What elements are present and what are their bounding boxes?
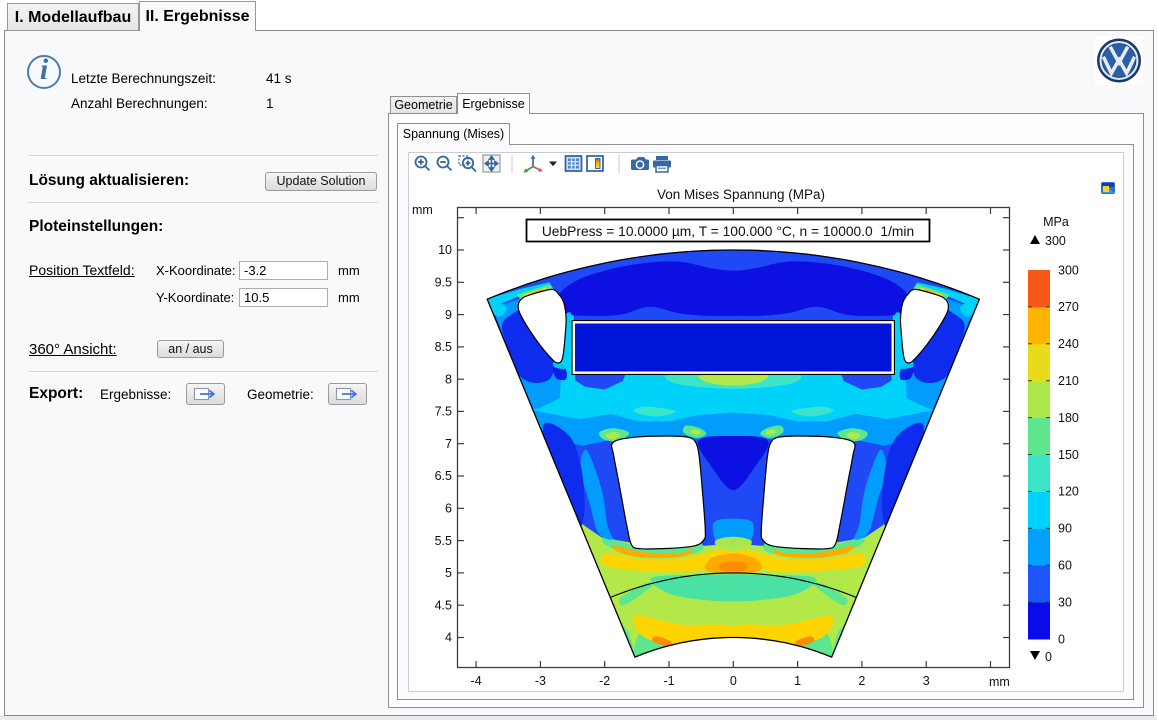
- svg-text:180: 180: [1058, 411, 1079, 425]
- svg-text:300: 300: [1058, 263, 1079, 277]
- svg-text:270: 270: [1058, 300, 1079, 314]
- svg-text:mm: mm: [989, 675, 1010, 689]
- svg-text:5: 5: [445, 566, 452, 580]
- svg-text:MPa: MPa: [1043, 215, 1069, 229]
- svg-text:UebPress = 10.0000 µm, T = 100: UebPress = 10.0000 µm, T = 100.000 °C, n…: [542, 224, 914, 239]
- svg-text:7: 7: [445, 437, 452, 451]
- svg-text:120: 120: [1058, 485, 1079, 499]
- svg-text:3: 3: [923, 674, 930, 688]
- svg-text:0: 0: [1045, 650, 1052, 664]
- svg-text:-2: -2: [599, 674, 610, 688]
- svg-text:7.5: 7.5: [435, 405, 452, 419]
- svg-text:4: 4: [445, 631, 452, 645]
- svg-text:240: 240: [1058, 337, 1079, 351]
- svg-text:0: 0: [730, 674, 737, 688]
- svg-text:30: 30: [1058, 595, 1072, 609]
- svg-text:1: 1: [794, 674, 801, 688]
- svg-text:-4: -4: [471, 674, 482, 688]
- svg-text:6.5: 6.5: [435, 469, 452, 483]
- svg-text:mm: mm: [412, 203, 433, 217]
- svg-text:9.5: 9.5: [435, 276, 452, 290]
- svg-text:-3: -3: [535, 674, 546, 688]
- svg-text:9: 9: [445, 308, 452, 322]
- svg-text:0: 0: [1058, 632, 1065, 646]
- svg-text:6: 6: [445, 502, 452, 516]
- svg-text:8: 8: [445, 372, 452, 386]
- svg-text:10: 10: [438, 243, 452, 257]
- svg-text:-1: -1: [663, 674, 674, 688]
- svg-text:5.5: 5.5: [435, 534, 452, 548]
- svg-text:4.5: 4.5: [435, 598, 452, 612]
- svg-text:2: 2: [858, 674, 865, 688]
- svg-text:90: 90: [1058, 522, 1072, 536]
- svg-text:300: 300: [1045, 234, 1066, 248]
- svg-text:8.5: 8.5: [435, 340, 452, 354]
- svg-text:210: 210: [1058, 374, 1079, 388]
- svg-text:150: 150: [1058, 448, 1079, 462]
- svg-text:Von Mises Spannung (MPa): Von Mises Spannung (MPa): [657, 187, 825, 202]
- svg-text:60: 60: [1058, 559, 1072, 573]
